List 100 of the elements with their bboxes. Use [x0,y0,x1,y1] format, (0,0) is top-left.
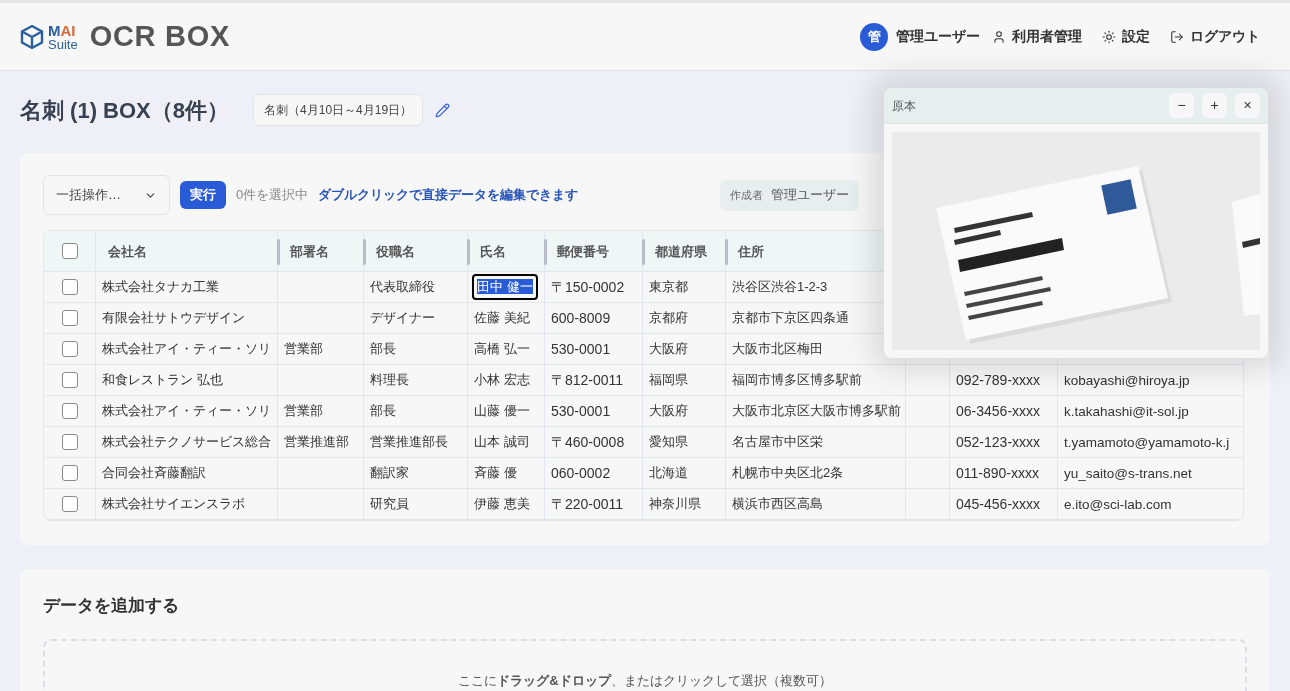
column-header[interactable]: 郵便番号 [557,244,609,259]
table-cell: 株式会社アイ・ティー・ソリ [102,403,271,419]
table-cell: 京都府 [649,310,688,326]
table-cell: 営業推進部 [284,434,349,450]
table-cell: 横浜市西区高島 [732,496,823,512]
table-cell: 06-3456-xxxx [956,402,1041,419]
table-cell: 060-0002 [551,464,611,481]
box-name-tag: 名刺（4月10日～4月19日） [253,94,424,126]
nav-link[interactable]: 利用者管理 [992,26,1082,47]
table-cell: 北海道 [649,465,688,481]
dropzone[interactable]: ここにドラッグ&ドロップ、またはクリックして選択（複数可） [43,638,1247,691]
window-button[interactable]: + [1202,93,1227,118]
table-cell: 福岡県 [649,372,688,388]
table-cell: 大阪府 [649,403,688,419]
table-cell: 研究員 [370,496,409,512]
table-cell: 高橋 弘一 [474,341,530,357]
table-cell: 営業部 [284,341,323,357]
table-cell: 小林 宏志 [474,372,530,388]
table-cell: 大阪市北区梅田 [732,341,823,357]
table-cell: 530-0001 [551,340,611,357]
user-icon [992,29,1006,44]
table-cell: 斉藤 優 [474,465,517,481]
logout-icon [1170,29,1184,44]
window-title: 原本 [892,97,916,115]
user-avatar: 管 [860,22,888,51]
creator-name: 管理ユーザー [771,186,849,205]
column-header[interactable]: 部署名 [290,244,329,259]
nav-link[interactable]: ログアウト [1170,26,1260,47]
bulk-action-select[interactable]: 一括操作… [43,175,170,215]
table-cell: t.yamamoto@yamamoto-k.j [1064,435,1230,450]
table-cell: 料理長 [370,372,409,388]
table-cell: 翻訳家 [370,465,409,481]
table-cell: 〒220-0011 [551,495,624,512]
table-cell: 部長 [370,403,396,419]
table-cell: 営業部 [284,403,323,419]
table-cell: デザイナー [370,310,435,326]
table-cell: 600-8009 [551,309,611,326]
table-cell: 有限会社サトウデザイン [102,310,245,326]
column-header[interactable]: 都道府県 [655,244,707,259]
table-cell: 大阪市北京区大阪市博多駅前 [732,403,901,419]
checkbox[interactable] [61,341,78,357]
edit-icon[interactable] [435,102,451,118]
logo-subtext: Suite [48,37,78,51]
app-title: OCR BOX [89,18,231,54]
column-header[interactable]: 会社名 [108,244,147,259]
table-cell: 佐藤 美紀 [474,310,530,326]
table-cell: 伊藤 恵美 [474,496,530,512]
table-cell: 和食レストラン 弘也 [102,372,223,388]
table-cell: 〒150-0002 [551,278,625,295]
creator-label: 作成者 [730,187,763,203]
table-cell: 530-0001 [551,402,611,419]
column-header[interactable]: 役職名 [376,244,415,259]
table-cell: 山藤 優一 [474,403,530,419]
table-cell: 〒812-0011 [551,371,624,388]
table-cell: 山本 誠司 [474,434,530,450]
table-cell: 部長 [370,341,396,357]
table-cell: kobayashi@hiroya.jp [1064,373,1190,388]
checkbox[interactable] [61,243,78,259]
table-cell: e.ito@sci-lab.com [1064,497,1172,512]
window-button[interactable]: × [1235,93,1260,118]
logo-text: M [48,22,61,38]
table-cell: 〒460-0008 [551,433,625,450]
checkbox[interactable] [61,403,78,419]
editing-cell[interactable]: 田中 健一 [472,274,538,300]
checkbox[interactable] [61,496,78,512]
checkbox[interactable] [61,279,78,295]
table-cell: 福岡市博多区博多駅前 [732,372,862,388]
run-button[interactable]: 実行 [180,181,226,209]
page-title: 名刺 (1) BOX（8件） [20,96,230,125]
dropzone-text: ここにドラッグ&ドロップ、またはクリックして選択（複数可） [458,671,832,690]
sun-icon [1102,29,1116,44]
table-cell: 営業推進部長 [370,434,448,450]
section-title: データを追加する [43,595,180,617]
table-cell: 045-456-xxxx [956,495,1041,512]
logo-cube-icon [20,23,44,50]
checkbox[interactable] [61,372,78,388]
checkbox[interactable] [61,434,78,450]
checkbox[interactable] [61,465,78,481]
table-cell: 大阪府 [649,341,688,357]
checkbox[interactable] [61,310,78,326]
table-cell: yu_saito@s-trans.net [1064,466,1192,481]
nav-link[interactable]: 設定 [1102,26,1150,47]
column-header[interactable]: 氏名 [480,244,506,259]
table-cell: 京都市下京区四条通 [732,310,849,326]
selected-count: 0件を選択中 [236,186,309,205]
table-cell: 名古屋市中区栄 [732,434,823,450]
table-cell: 092-789-xxxx [956,371,1041,388]
table-cell: 札幌市中央区北2条 [732,465,844,481]
table-cell: 株式会社タナカ工業 [102,279,219,295]
edit-hint: ダブルクリックで直接データを編集できます [318,186,579,205]
table-cell: 合同会社斉藤翻訳 [102,465,206,481]
table-cell: 052-123-xxxx [956,433,1041,450]
table-cell: 東京都 [649,279,688,295]
window-button[interactable]: − [1169,93,1194,118]
table-cell: 011-890-xxxx [956,464,1039,481]
table-cell: 代表取締役 [370,279,435,295]
table-cell: 株式会社アイ・ティー・ソリ [102,341,271,357]
column-header[interactable]: 住所 [738,244,764,259]
table-cell: k.takahashi@it-sol.jp [1064,404,1189,419]
table-cell: 渋谷区渋谷1-2-3 [732,279,828,295]
